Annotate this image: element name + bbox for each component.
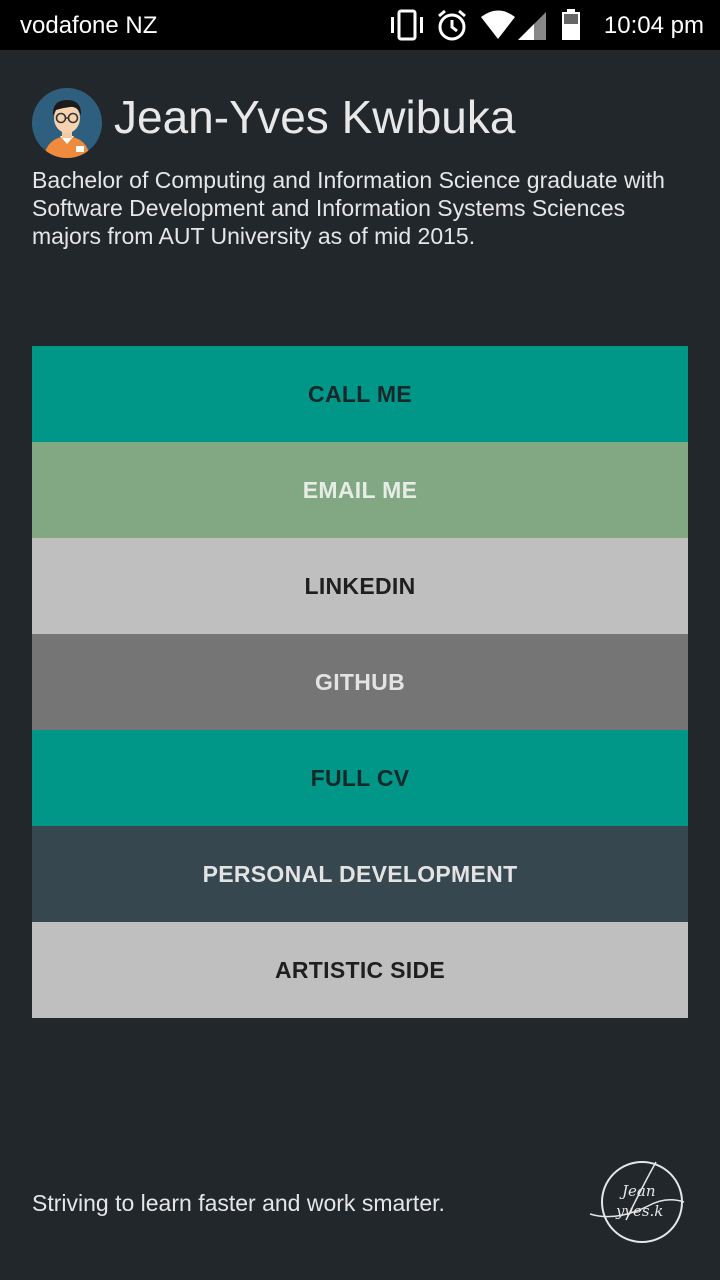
alarm-icon [438,9,466,41]
svg-text:Jean: Jean [619,1182,656,1200]
full-cv-button[interactable]: FULL CV [32,730,688,826]
carrier-name: vodafone NZ [20,12,158,39]
avatar [32,88,102,158]
battery-icon [562,9,580,40]
personal-development-button[interactable]: PERSONAL DEVELOPMENT [32,826,688,922]
action-menu: CALL ME EMAIL ME LINKEDIN GITHUB FULL CV… [32,346,688,1018]
github-button[interactable]: GITHUB [32,634,688,730]
profile-name: Jean-Yves Kwibuka [114,91,516,143]
footer-tagline: Striving to learn faster and work smarte… [32,1190,445,1216]
wifi-icon [481,10,515,39]
call-me-button[interactable]: CALL ME [32,346,688,442]
vibrate-icon [391,9,423,41]
linkedin-button[interactable]: LINKEDIN [32,538,688,634]
email-me-button[interactable]: EMAIL ME [32,442,688,538]
signal-icon [518,12,546,40]
signature-logo: Jean yves.k [589,1161,685,1243]
status-bar: vodafone NZ 10:04 pm [0,0,720,50]
svg-text:yves.k: yves.k [615,1202,663,1220]
profile-bio: Bachelor of Computing and Information Sc… [32,167,665,249]
artistic-side-button[interactable]: ARTISTIC SIDE [32,922,688,1018]
clock: 10:04 pm [603,12,704,39]
